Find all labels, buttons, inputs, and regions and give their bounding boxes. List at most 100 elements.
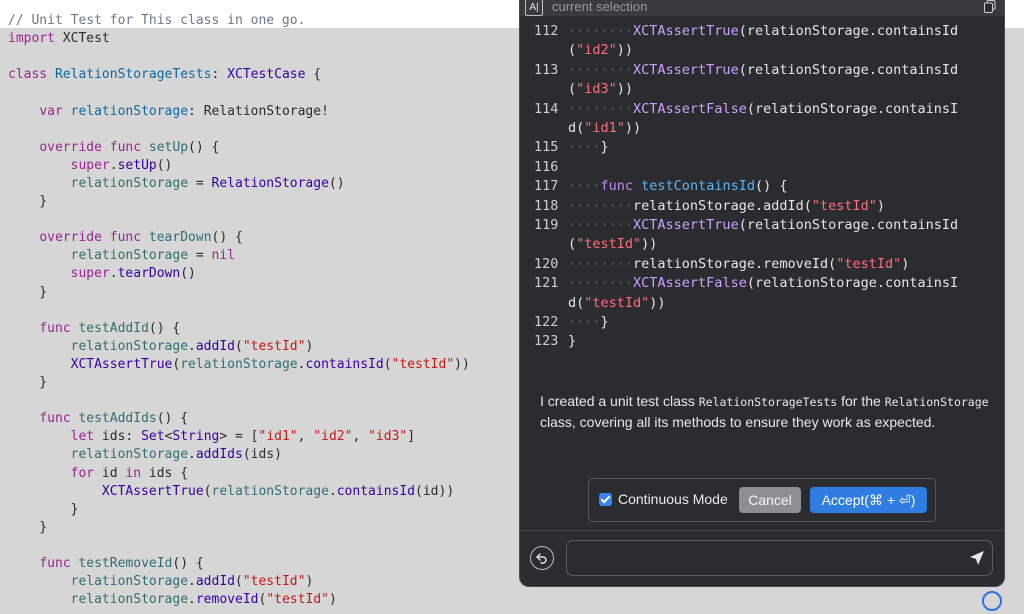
send-icon[interactable] (969, 550, 985, 566)
suggested-code-line: d("testId")) (534, 294, 666, 313)
editor-code-line[interactable]: relationStorage = RelationStorage() (8, 175, 345, 193)
selection-bar[interactable]: A| current selection (520, 0, 1004, 16)
code-token: () (180, 266, 196, 282)
editor-code-line[interactable]: XCTAssertTrue(relationStorage.containsId… (8, 356, 470, 374)
code-token: func (109, 230, 142, 246)
code-token: XCTAssertFalse (633, 100, 747, 117)
line-number: 112 (534, 23, 559, 39)
line-number: 122 (534, 314, 559, 330)
line-number: 116 (534, 158, 559, 175)
editor-code-line[interactable]: relationStorage.addId("testId") (8, 338, 314, 356)
assistant-panel: A| current selection 112 ········XCTAsser… (519, 0, 1005, 587)
code-token: XCTestCase (227, 67, 306, 83)
continuous-mode-checkbox[interactable] (599, 493, 612, 506)
code-token: super (70, 266, 110, 282)
editor-code-line[interactable]: override func setUp() { (8, 139, 219, 157)
code-token: func (39, 556, 71, 571)
suggested-code-line: 121 ········XCTAssertFalse(relationStorag… (534, 274, 958, 293)
code-token: relationStorage (70, 447, 189, 463)
editor-code-line[interactable]: for id in ids { (8, 465, 188, 483)
code-token: () { (148, 320, 181, 336)
indent-guide: ···· (568, 314, 601, 330)
suggested-code-line: d("id1")) (534, 119, 641, 138)
explanation-text-2: for the (837, 393, 885, 409)
editor-code-line[interactable]: // Unit Test for This class in one go. (8, 12, 305, 30)
suggested-code-line: 114 ········XCTAssertFalse(relationStorag… (534, 100, 958, 119)
code-token: Set (141, 429, 165, 445)
editor-code-line[interactable]: } (8, 519, 47, 537)
suggested-code-line: 119 ········XCTAssertTrue(relationStorage… (534, 216, 958, 235)
cancel-button[interactable]: Cancel (739, 487, 801, 513)
continuous-mode-label[interactable]: Continuous Mode (618, 491, 728, 507)
code-token: )) (616, 81, 634, 98)
code-token: ) (876, 197, 886, 214)
code-token: . (109, 157, 118, 173)
code-token: var (39, 103, 63, 119)
editor-code-line[interactable]: var relationStorage: RelationStorage! (8, 103, 329, 121)
code-token: func (109, 139, 142, 155)
indent-guide: ········ (568, 61, 634, 78)
indent-guide: ········ (568, 23, 634, 39)
line-number: 119 (534, 217, 559, 233)
editor-code-line[interactable]: import XCTest (8, 30, 110, 48)
editor-code-line[interactable]: let ids: Set<String> = ["id1", "id2", "i… (8, 428, 415, 446)
code-token: (relationStorage.containsI (746, 100, 959, 117)
code-token: addId (195, 574, 235, 590)
indent-guide: ········ (568, 100, 634, 117)
editor-code-line[interactable]: relationStorage.addIds(ids) (8, 446, 282, 464)
code-token: relationStorage (70, 248, 189, 264)
line-number: 121 (534, 275, 559, 292)
code-token: relationStorage (211, 483, 329, 499)
editor-code-line[interactable]: super.setUp() (8, 157, 173, 175)
copy-icon[interactable] (984, 0, 996, 13)
editor-code-line[interactable]: func testRemoveId() { (8, 555, 203, 573)
code-token: } (600, 139, 609, 156)
editor-code-line[interactable]: func testAddIds() { (8, 410, 188, 428)
editor-code-line[interactable]: } (8, 501, 79, 519)
action-bar: Continuous Mode Cancel Accept(⌘ + ⏎) (588, 478, 936, 522)
code-token: containsId (305, 356, 384, 372)
editor-code-line[interactable]: XCTAssertTrue(relationStorage.containsId… (8, 483, 454, 501)
code-token: ) (305, 574, 314, 590)
code-token: } (568, 333, 577, 350)
editor-code-line[interactable]: relationStorage.removeId("testId") (8, 591, 337, 609)
code-token: "id2" (576, 42, 617, 59)
code-token: d( (568, 120, 585, 136)
code-token: "id2" (313, 429, 353, 445)
code-token: import (8, 31, 55, 47)
editor-code-line[interactable]: override func tearDown() { (8, 229, 243, 247)
suggested-code-line: 120 ········relationStorage.removeId("tes… (534, 255, 909, 274)
editor-code-line[interactable]: } (8, 193, 47, 211)
code-token: () { (211, 230, 243, 246)
indent-guide: ········ (568, 255, 634, 272)
editor-code-line[interactable]: super.tearDown() (8, 265, 196, 283)
chat-input[interactable] (566, 540, 993, 576)
editor-code-line[interactable]: func testAddId() { (8, 320, 180, 338)
code-token: XCTAssertTrue (70, 356, 173, 372)
editor-code-line[interactable]: } (8, 374, 47, 392)
accept-button[interactable]: Accept(⌘ + ⏎) (810, 487, 927, 513)
code-token: ids { (141, 465, 189, 481)
editor-code-line[interactable]: } (8, 284, 47, 302)
code-token: removeId (195, 592, 259, 608)
editor-code-line[interactable]: relationStorage.addId("testId") (8, 573, 314, 591)
loading-ring-icon (982, 591, 1002, 611)
suggested-code-line: 122 ····} (534, 313, 609, 332)
editor-code-line[interactable]: class RelationStorageTests: XCTestCase { (8, 66, 321, 84)
code-token: "id1" (584, 120, 625, 136)
code-token: addIds (195, 447, 243, 463)
code-token: { (305, 67, 322, 83)
explanation-code-target: RelationStorage (884, 395, 989, 409)
undo-button[interactable] (530, 546, 554, 570)
editor-code-line[interactable]: relationStorage = nil (8, 247, 235, 265)
code-token: () { (156, 411, 189, 427)
code-token: )) (616, 42, 634, 59)
